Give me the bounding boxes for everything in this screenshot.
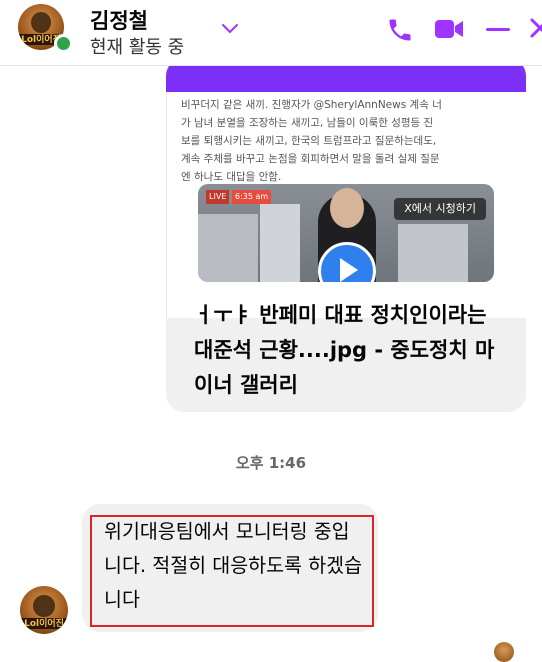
sender-avatar[interactable]: Lol이어진	[20, 586, 68, 634]
minimize-icon[interactable]	[484, 18, 512, 44]
message-timestamp: 오후 1:46	[235, 454, 307, 472]
video-time: 6:35 am	[232, 190, 272, 204]
link-title[interactable]: ㅓㅜㅑ 반페미 대표 정치인이라는 대준석 근황....jpg - 중도정치 마…	[194, 298, 512, 403]
preview-tweet-text: 비꾸더지 같은 새끼. 진행자가 @SherylAnnNews 계속 너 가 남…	[181, 99, 442, 183]
chevron-down-icon[interactable]	[221, 20, 239, 39]
active-status: 현재 활동 중	[90, 37, 185, 58]
watch-on-x-button[interactable]: X에서 시청하기	[394, 198, 486, 220]
embedded-video-thumbnail[interactable]: LIVE 6:35 am X에서 시청하기	[198, 184, 494, 282]
live-badge: LIVE	[206, 190, 230, 204]
chat-header: Lol이어진 김정철 현재 활동 중	[0, 0, 542, 66]
highlight-box	[90, 515, 374, 627]
sender-avatar-label: Lol이어진	[20, 617, 68, 630]
card-banner	[166, 66, 526, 92]
online-status-dot	[54, 34, 73, 53]
phone-icon[interactable]	[386, 16, 414, 48]
read-receipt-avatar	[494, 642, 514, 662]
close-icon[interactable]	[530, 14, 542, 48]
contact-name[interactable]: 김정철	[90, 5, 148, 35]
video-call-icon[interactable]	[434, 18, 464, 44]
